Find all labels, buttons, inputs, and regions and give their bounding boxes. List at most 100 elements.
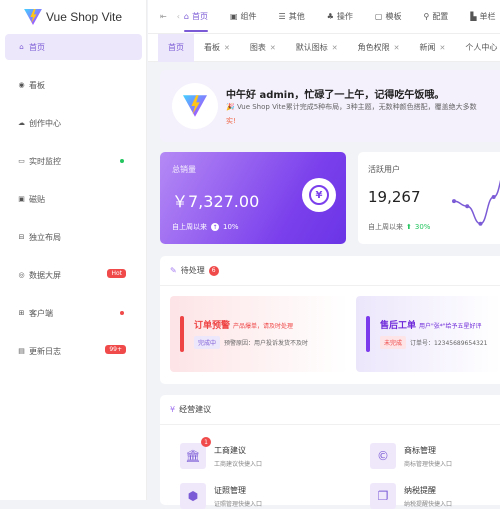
dashboard-icon: ◉: [18, 81, 25, 89]
home-icon: ⌂: [183, 12, 189, 21]
sidebar-item-5[interactable]: ⊟ 独立布局: [5, 224, 142, 250]
yen-sign-icon: ¥: [170, 405, 176, 414]
sales-label: 总销量: [172, 165, 196, 174]
users-label: 活跃用户: [368, 165, 400, 174]
topnav-item-0[interactable]: ⌂ 首页: [183, 11, 209, 32]
topnav-item-6[interactable]: ▙ 单栏: [470, 11, 495, 22]
close-icon[interactable]: ✕: [332, 44, 338, 52]
topnav-item-1[interactable]: ▣ 组件: [230, 11, 257, 22]
sales-footer: 自上周以来 ↑ 10%: [172, 223, 239, 231]
close-icon[interactable]: ✕: [440, 44, 446, 52]
template-icon: ▢: [374, 12, 383, 21]
sparkline-point: [452, 199, 456, 204]
scroll-left-icon[interactable]: ‹: [177, 12, 180, 21]
sidebar-item-4[interactable]: ▣ 磁贴: [5, 186, 142, 212]
sidebar-item-6[interactable]: ◎ 数据大屏 Hot: [5, 262, 142, 288]
task-card[interactable]: 售后工单 用户"张*"给予五星好评 未完成 订单号：12345689654321: [356, 296, 500, 372]
apps-icon: ⊞: [18, 309, 25, 317]
sales-card: 总销量 ￥7,327.00 自上周以来 ↑ 10% ¥: [160, 152, 346, 244]
sidebar-item-label: 独立布局: [29, 232, 61, 242]
tabs-bar: 首页看板✕图表✕默认图标✕角色权限✕新闻✕个人中心✕: [148, 33, 500, 62]
suggest-item[interactable]: © 商标管理 商标管理快捷入口: [370, 443, 452, 469]
sidebar-item-label: 首页: [29, 42, 45, 52]
arrow-up-icon: ⬆: [406, 223, 412, 231]
tab-4[interactable]: 角色权限 ✕: [348, 34, 410, 62]
tab-0[interactable]: 首页: [158, 33, 194, 62]
pending-header: ✎ 待处理 6: [160, 256, 500, 286]
pending-panel: ✎ 待处理 6 订单预警 产品爆单，请及时处理 完成中 预警原因：用户投诉发货不及时…: [160, 256, 500, 384]
users-sparkline: [452, 179, 500, 226]
sidebar-item-label: 实时监控: [29, 156, 61, 166]
log-icon: ▤: [18, 347, 25, 355]
yuan-icon: ¥: [302, 178, 336, 212]
license-icon: ⬢: [180, 483, 206, 509]
sidebar-item-label: 创作中心: [29, 118, 61, 128]
screen-icon: ◎: [18, 271, 25, 279]
column-icon: ▙: [470, 12, 477, 21]
task-bar: [180, 316, 184, 352]
menu-badge: Hot: [107, 269, 126, 278]
tab-1[interactable]: 看板 ✕: [194, 34, 240, 62]
status-dot: [120, 159, 124, 163]
tile-icon: ▣: [18, 195, 25, 203]
sidebar-item-label: 看板: [29, 80, 45, 90]
active-users-card: 活跃用户 19,267 自上周以来 ⬆ 30%: [358, 152, 500, 244]
sidebar-item-1[interactable]: ◉ 看板: [5, 72, 142, 98]
app-logo[interactable]: Vue Shop Vite: [0, 0, 146, 34]
tab-6[interactable]: 个人中心✕: [455, 34, 500, 62]
sidebar-item-label: 磁贴: [29, 194, 45, 204]
sidebar-item-label: 数据大屏: [29, 270, 61, 280]
suggest-item[interactable]: 🏛 1 工商建议 工商建议快捷入口: [180, 437, 262, 469]
task-card[interactable]: 订单预警 产品爆单，请及时处理 完成中 预警原因：用户投诉发货不及时: [170, 296, 348, 372]
topnav-item-4[interactable]: ▢ 模板: [375, 11, 402, 22]
operate-icon: ♣: [326, 12, 334, 21]
config-icon: ⚲: [423, 12, 430, 21]
welcome-banner: 中午好 admin，忙碌了一上午，记得吃午饭哦。 🎉 Vue Shop Vite…: [160, 70, 500, 142]
home-icon: ⌂: [19, 43, 24, 51]
close-icon[interactable]: ✕: [270, 44, 276, 52]
sales-change: 10%: [223, 223, 239, 231]
users-value: 19,267: [368, 188, 421, 206]
sidebar-item-7[interactable]: ⊞ 客户端: [5, 300, 142, 326]
topnav-item-2[interactable]: ☰ 其他: [279, 11, 305, 22]
sidebar: Vue Shop Vite ⌂ 首页 ◉ 看板 ☁ 创作中心 ▭ 实时监控 ▣ 磁贴 ⊟ 独立布局 ◎ 数…: [0, 0, 147, 500]
vite-logo-icon: [183, 95, 207, 117]
trend-icon: ↑: [211, 223, 219, 231]
sidebar-item-8[interactable]: ▤ 更新日志 99+: [5, 338, 142, 364]
camera-icon: ▭: [18, 157, 25, 165]
task-bar: [366, 316, 370, 352]
suggest-item[interactable]: ⬢ 证照管理 证照管理快捷入口: [180, 483, 262, 509]
copyright-icon: ©: [370, 443, 396, 469]
tab-3[interactable]: 默认图标 ✕: [286, 34, 348, 62]
suggest-item[interactable]: ❐ 纳税提醒 纳税提醒快捷入口: [370, 483, 452, 509]
top-navigation: ⇤ ‹ ⌂ 首页 ▣ 组件 ☰ 其他 ♣ 操作 ▢ 模板 ⚲ 配置 ▙ 单栏: [148, 0, 500, 34]
sidebar-item-0[interactable]: ⌂ 首页: [5, 34, 142, 60]
close-icon[interactable]: ✕: [224, 44, 230, 52]
tab-2[interactable]: 图表 ✕: [240, 34, 286, 62]
close-icon[interactable]: ✕: [394, 44, 400, 52]
tab-5[interactable]: 新闻 ✕: [410, 34, 456, 62]
welcome-subtitle-more: 实!: [226, 117, 236, 125]
users-footer: 自上周以来 ⬆ 30%: [368, 223, 431, 231]
bank-icon: 🏛 1: [180, 437, 211, 469]
sparkline-point: [478, 221, 483, 226]
sales-value: ￥7,327.00: [172, 192, 260, 211]
sidebar-item-2[interactable]: ☁ 创作中心: [5, 110, 142, 136]
welcome-title: 中午好 admin，忙碌了一上午，记得吃午饭哦。: [226, 90, 445, 101]
notify-badge: 1: [201, 437, 211, 447]
status-tag: 完成中: [194, 336, 221, 349]
party-icon: 🎉: [226, 103, 237, 111]
creation-icon: ☁: [18, 119, 25, 127]
welcome-subtitle: 🎉 Vue Shop Vite累计完成5种布局，3种主题，无数种颜色搭配，覆盖绝…: [226, 103, 477, 111]
topnav-item-5[interactable]: ⚲ 配置: [423, 11, 448, 22]
topnav-item-3[interactable]: ♣ 操作: [327, 11, 353, 22]
status-dot: [120, 311, 124, 315]
sparkline-point: [465, 204, 470, 209]
tax-icon: ❐: [370, 483, 396, 509]
app-title: Vue Shop Vite: [45, 10, 123, 24]
suggest-header: ¥ 经营建议: [160, 395, 500, 425]
vite-logo-icon: [24, 9, 42, 25]
collapse-icon[interactable]: ⇤: [160, 12, 167, 21]
users-change: 30%: [414, 223, 431, 231]
sidebar-item-3[interactable]: ▭ 实时监控: [5, 148, 142, 174]
